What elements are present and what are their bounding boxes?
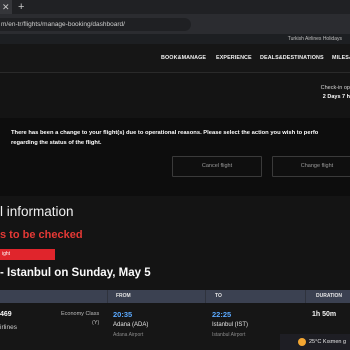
flight-duration: 1h 50m (312, 311, 337, 318)
utility-strip: Turkish Airlines Holidays (0, 34, 350, 44)
flight-change-alert: There has been a change to your flight(s… (0, 118, 350, 196)
browser-tab[interactable]: ✕ (0, 0, 12, 14)
holidays-link[interactable]: Turkish Airlines Holidays (288, 34, 342, 44)
nav-deals-destinations[interactable]: DEALS&DESTINATIONS (260, 44, 324, 72)
address-bar[interactable]: m/en-tr/flights/manage-booking/dashboard… (0, 18, 191, 31)
arrival-time: 22:25 (212, 310, 232, 319)
check-flight-button[interactable]: ight (0, 249, 55, 260)
alert-message-line-2: regarding the status of the flight. (11, 140, 102, 146)
alert-message-line-1: There has been a change to your flight(s… (11, 130, 319, 136)
departure-time: 20:35 (113, 310, 133, 319)
change-flight-button[interactable]: Change flight (272, 156, 350, 177)
checkin-info: Check-in op 2 Days 7 h (290, 84, 350, 102)
nav-miles[interactable]: MILES& (332, 44, 350, 72)
nav-experience[interactable]: EXPERIENCE (216, 44, 252, 72)
header-to: TO (215, 293, 222, 299)
header-duration: DURATION (316, 293, 343, 299)
checkin-countdown: 2 Days 7 h (322, 94, 350, 100)
browser-tab-bar: ✕ + (0, 0, 350, 14)
departure-airport-full: Adana Airport (113, 332, 144, 338)
checkin-label: Check-in op (320, 85, 350, 91)
arrival-airport: Istanbul (IST) (212, 322, 249, 328)
taskbar: 25°C Kısmen g (280, 334, 350, 350)
new-tab-icon[interactable]: + (18, 0, 24, 14)
departure-airport: Adana (ADA) (113, 322, 149, 328)
close-tab-icon[interactable]: ✕ (2, 0, 10, 14)
alert-message: There has been a change to your flight(s… (11, 128, 350, 148)
weather-widget[interactable]: 25°C Kısmen g (309, 334, 346, 350)
arrival-airport-full: Istanbul Airport (212, 332, 246, 338)
cabin-class: Economy Class (61, 311, 100, 317)
flight-number: 469 (0, 311, 12, 318)
class-code: (Y) (92, 320, 100, 326)
route-heading: - Istanbul on Sunday, May 5 (0, 267, 151, 279)
needs-check-warning: s to be checked (0, 229, 83, 241)
flight-table-header: FROM TO DURATION (0, 290, 350, 303)
address-bar-area: m/en-tr/flights/manage-booking/dashboard… (0, 14, 350, 34)
nav-book-manage[interactable]: BOOK&MANAGE (161, 44, 206, 72)
cancel-flight-button[interactable]: Cancel flight (172, 156, 262, 177)
header-from: FROM (116, 293, 131, 299)
main-navigation: BOOK&MANAGE EXPERIENCE DEALS&DESTINATION… (0, 44, 350, 73)
sun-icon (298, 338, 306, 346)
airline-name: irlines (0, 324, 17, 331)
flight-information-title: l information (0, 204, 74, 219)
